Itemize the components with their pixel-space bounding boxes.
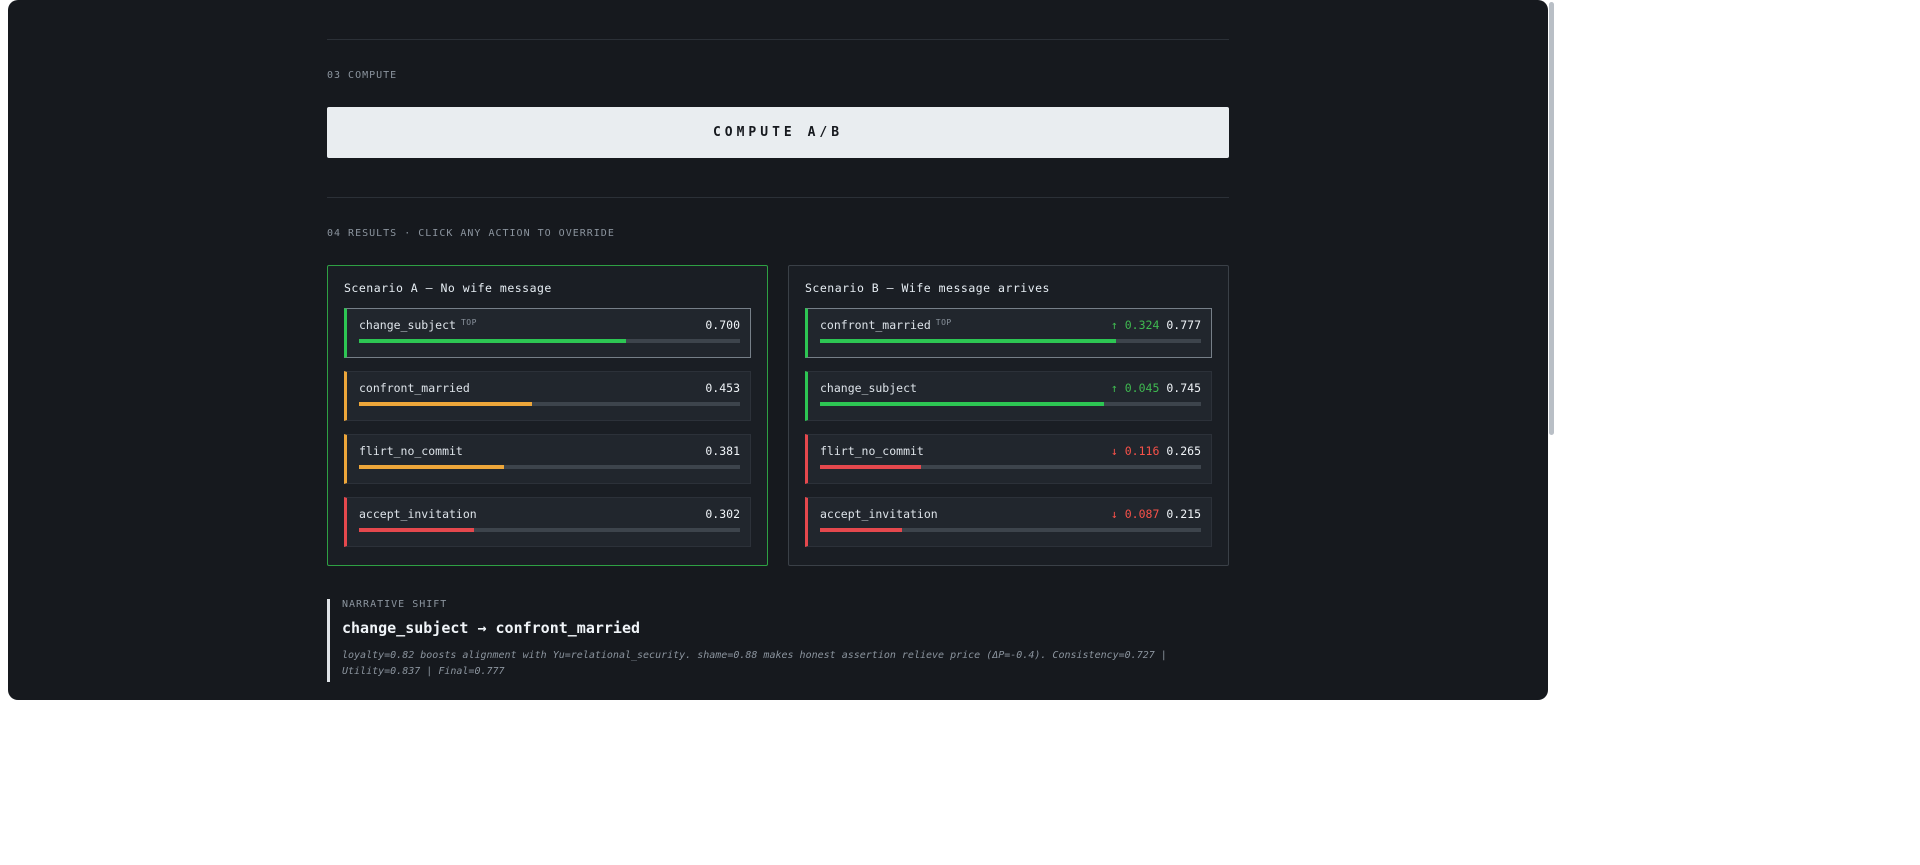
score-bar-track — [359, 528, 740, 532]
score-bar-fill — [359, 528, 475, 532]
score-bar-track — [359, 402, 740, 406]
narrative-title: change_subject → confront_married — [342, 619, 641, 637]
main-content: 03 COMPUTE COMPUTE A/B 04 RESULTS · CLIC… — [327, 39, 1229, 682]
narrative-label: NARRATIVE SHIFT — [342, 599, 448, 610]
action-label: accept_invitation — [359, 507, 477, 521]
score-bar-track — [820, 339, 1201, 343]
action-score: 0.265 — [1166, 444, 1201, 458]
action-score: 0.453 — [705, 381, 740, 395]
action-card[interactable]: accept_invitation ↓ 0.087 0.215 — [805, 497, 1212, 547]
scenario-a-panel: Scenario A — No wife message change_subj… — [327, 265, 768, 566]
scenario-a-title: Scenario A — No wife message — [344, 281, 552, 295]
action-label: flirt_no_commit — [359, 444, 463, 458]
section-label-compute: 03 COMPUTE — [327, 70, 398, 81]
action-score: 0.777 — [1166, 318, 1201, 332]
action-card[interactable]: confront_married TOP ↑ 0.324 0.777 — [805, 308, 1212, 358]
action-card[interactable]: flirt_no_commit 0.381 — [344, 434, 751, 484]
action-card[interactable]: change_subject ↑ 0.045 0.745 — [805, 371, 1212, 421]
action-score: 0.745 — [1166, 381, 1201, 395]
action-score: 0.302 — [705, 507, 740, 521]
narrative-description: loyalty=0.82 boosts alignment with Yu=re… — [342, 650, 1167, 677]
action-score: 0.700 — [705, 318, 740, 332]
scenario-panels: Scenario A — No wife message change_subj… — [327, 265, 1229, 566]
narrative-shift-section: NARRATIVE SHIFT change_subject → confron… — [327, 599, 1229, 682]
score-bar-track — [820, 528, 1201, 532]
action-score: 0.381 — [705, 444, 740, 458]
score-bar-fill — [359, 402, 532, 406]
top-badge: TOP — [935, 318, 952, 327]
action-label: confront_married — [820, 318, 931, 332]
score-bar-track — [820, 402, 1201, 406]
action-label: change_subject — [359, 318, 456, 332]
score-bar-fill — [820, 339, 1117, 343]
scrollbar-thumb[interactable] — [1549, 2, 1554, 435]
score-bar-track — [820, 465, 1201, 469]
score-bar-fill — [820, 528, 902, 532]
scenario-b-title: Scenario B — Wife message arrives — [805, 281, 1050, 295]
action-label: confront_married — [359, 381, 470, 395]
section-divider — [327, 39, 1229, 40]
action-score: 0.215 — [1166, 507, 1201, 521]
action-label: flirt_no_commit — [820, 444, 924, 458]
score-bar-fill — [820, 465, 921, 469]
compute-ab-button[interactable]: COMPUTE A/B — [327, 107, 1229, 158]
score-bar-track — [359, 339, 740, 343]
section-label-results: 04 RESULTS · CLICK ANY ACTION TO OVERRID… — [327, 228, 615, 239]
scenario-b-panel: Scenario B — Wife message arrives confro… — [788, 265, 1229, 566]
section-divider — [327, 197, 1229, 198]
action-card[interactable]: accept_invitation 0.302 — [344, 497, 751, 547]
score-bar-track — [359, 465, 740, 469]
delta-value: ↑ 0.324 — [1110, 318, 1160, 332]
app-container: 03 COMPUTE COMPUTE A/B 04 RESULTS · CLIC… — [8, 0, 1548, 700]
action-label: accept_invitation — [820, 507, 938, 521]
action-card[interactable]: change_subject TOP 0.700 — [344, 308, 751, 358]
score-bar-fill — [820, 402, 1104, 406]
delta-value: ↓ 0.087 — [1110, 507, 1160, 521]
top-badge: TOP — [460, 318, 477, 327]
delta-value: ↓ 0.116 — [1110, 444, 1160, 458]
action-card[interactable]: flirt_no_commit ↓ 0.116 0.265 — [805, 434, 1212, 484]
score-bar-fill — [359, 465, 505, 469]
score-bar-fill — [359, 339, 626, 343]
delta-value: ↑ 0.045 — [1110, 381, 1160, 395]
action-label: change_subject — [820, 381, 917, 395]
action-card[interactable]: confront_married 0.453 — [344, 371, 751, 421]
